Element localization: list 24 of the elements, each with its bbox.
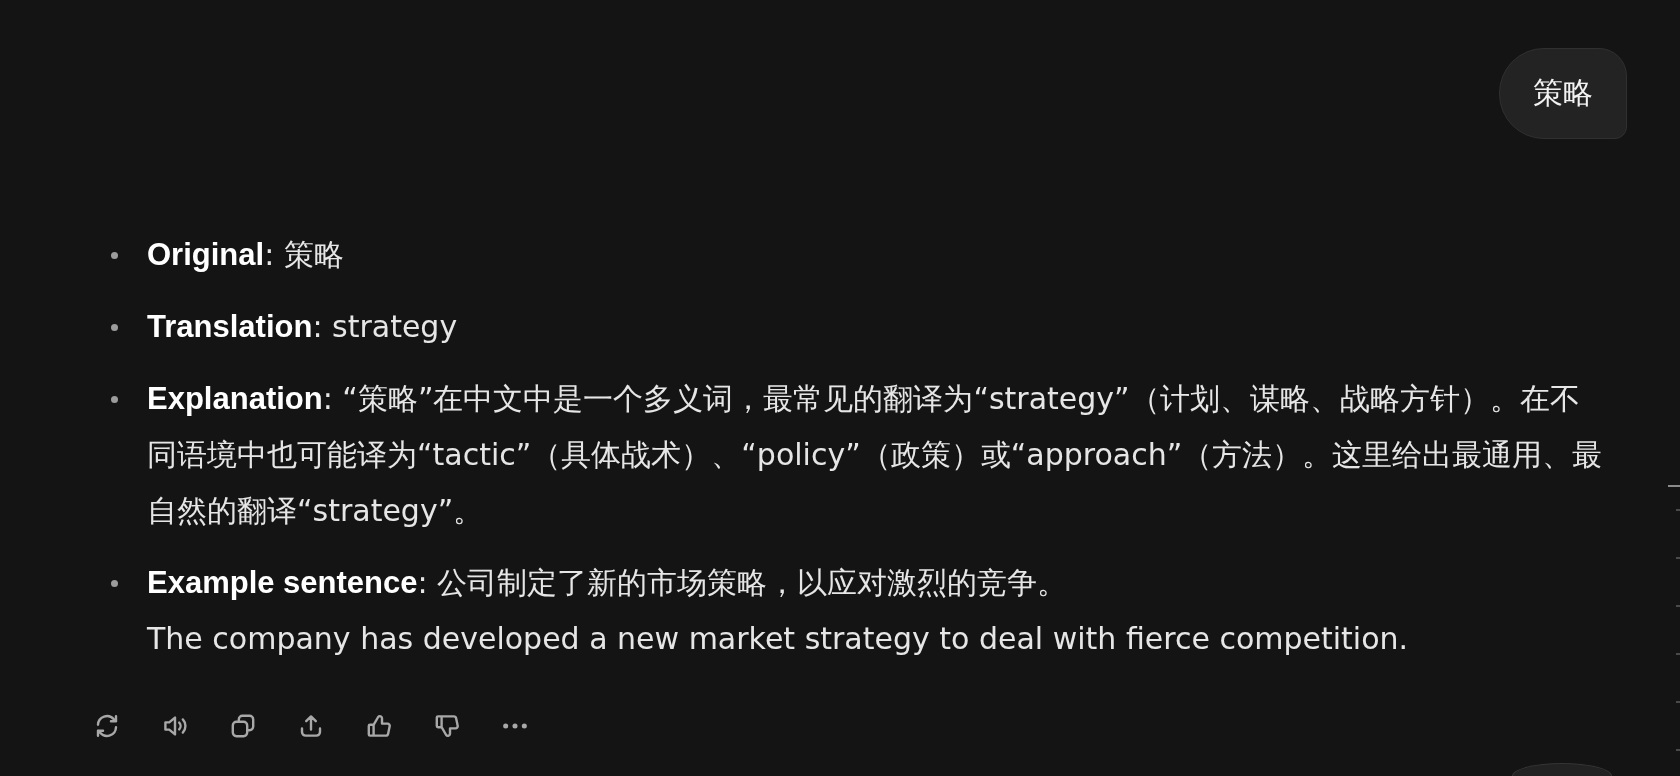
bullet-icon	[111, 395, 118, 403]
user-message: 策略	[1499, 48, 1627, 139]
refresh-icon[interactable]	[95, 714, 119, 738]
english-sentence: The company has developed a new market strategy to deal with fierce competition.	[147, 620, 1410, 658]
turn-marker[interactable]	[1676, 509, 1680, 511]
answer-item-text: Translation: strategy	[147, 308, 459, 346]
share-icon[interactable]	[299, 714, 323, 738]
copy-icon[interactable]	[231, 714, 255, 738]
bullet-icon	[111, 579, 118, 587]
thumbs-up-icon[interactable]	[367, 714, 391, 738]
turn-marker[interactable]	[1676, 749, 1680, 751]
turn-marker[interactable]	[1668, 485, 1680, 487]
answer-item-text: Original: 策略	[147, 236, 345, 274]
answer-item-text: Example sentence: 公司制定了新的市场策略，以应对激烈的竞争。	[147, 564, 1069, 602]
turn-marker[interactable]	[1676, 653, 1680, 655]
speaker-icon[interactable]	[163, 714, 187, 738]
more-icon[interactable]	[503, 723, 527, 729]
answer-item-text: Explanation: “策略”在中文中是一个多义词，最常见的翻译为“strategy”（计划、谋略、战略方针）。在不同语境中也可能译为“tactic”（具体战术）、“policy”（政策）或“approach”（方法）。这里给出最通用、最自然的翻译“strategy”。	[147, 380, 1604, 530]
turn-marker[interactable]	[1676, 605, 1680, 607]
bullet-icon	[111, 323, 118, 331]
thumbs-down-icon[interactable]	[435, 714, 459, 738]
bullet-icon	[111, 251, 118, 259]
turn-marker[interactable]	[1676, 701, 1680, 703]
turn-marker[interactable]	[1676, 557, 1680, 559]
